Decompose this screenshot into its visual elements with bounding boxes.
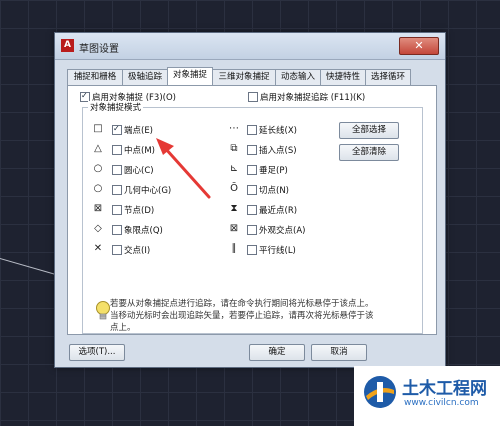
tangent-icon: Ō [230, 183, 238, 194]
midpoint-checkbox[interactable] [112, 145, 122, 155]
midpoint-icon: △ [94, 143, 102, 154]
midpoint-label: 中点(M) [124, 146, 155, 156]
perpendicular-label: 垂足(P) [259, 166, 288, 176]
app-icon: A [61, 39, 74, 52]
tab-polar-tracking[interactable]: 极轴追踪 [122, 69, 168, 85]
perpendicular-icon: ⊾ [229, 163, 239, 174]
perpendicular-checkbox[interactable] [247, 165, 257, 175]
close-button[interactable]: ✕ [399, 37, 439, 55]
intersection-label: 交点(I) [124, 246, 151, 256]
enable-tracking-checkbox[interactable] [248, 92, 258, 102]
tab-dynamic-input[interactable]: 动态输入 [275, 69, 321, 85]
watermark-name: 土木工程网 [402, 379, 487, 399]
center-checkbox[interactable] [112, 165, 122, 175]
nearest-icon: ⧗ [230, 203, 238, 214]
tab-quick-properties[interactable]: 快捷特性 [320, 69, 366, 85]
insertion-label: 插入点(S) [259, 146, 297, 156]
snap-modes-group-title: 对象捕捉模式 [88, 101, 144, 113]
endpoint-checkbox[interactable] [112, 124, 122, 135]
apparent-intersection-checkbox[interactable] [247, 225, 257, 235]
apparent-intersection-icon: ⊠ [229, 223, 239, 234]
cancel-button[interactable]: 取消 [311, 344, 367, 361]
tangent-label: 切点(N) [259, 186, 289, 196]
tab-selection-cycling[interactable]: 选择循环 [365, 69, 411, 85]
tab-object-snap[interactable]: 对象捕捉 [167, 67, 213, 85]
quadrant-checkbox[interactable] [112, 225, 122, 235]
geometric-center-icon: ○ [93, 183, 103, 194]
parallel-icon: ∥ [231, 243, 237, 254]
object-snap-panel: 启用对象捕捉 (F3)(O) 启用对象捕捉追踪 (F11)(K) 对象捕捉模式 … [67, 85, 437, 335]
ok-button[interactable]: 确定 [249, 344, 305, 361]
endpoint-label: 端点(E) [124, 126, 154, 136]
select-all-button[interactable]: 全部选择 [339, 122, 399, 139]
geometric-center-checkbox[interactable] [112, 185, 122, 195]
options-button[interactable]: 选项(T)... [69, 344, 125, 361]
dialog-title: 草图设置 [79, 44, 119, 55]
tab-snap-grid[interactable]: 捕捉和栅格 [67, 69, 123, 85]
extension-label: 延长线(X) [259, 126, 297, 136]
apparent-intersection-label: 外观交点(A) [259, 226, 306, 236]
enable-tracking-label: 启用对象捕捉追踪 (F11)(K) [260, 93, 366, 103]
center-icon: ○ [93, 163, 103, 174]
endpoint-icon: □ [93, 123, 103, 134]
extension-checkbox[interactable] [247, 125, 257, 135]
parallel-checkbox[interactable] [247, 245, 257, 255]
tangent-checkbox[interactable] [247, 185, 257, 195]
title-bar[interactable]: A 草图设置 ✕ [55, 33, 445, 60]
tab-strip: 捕捉和栅格 极轴追踪 对象捕捉 三维对象捕捉 动态输入 快捷特性 选择循环 [67, 67, 435, 85]
lightbulb-icon [96, 301, 110, 320]
watermark-logo: 土木工程网 www.civilcn.com [354, 366, 500, 426]
extension-icon: ⋯ [229, 123, 239, 134]
intersection-icon: ✕ [93, 243, 103, 254]
intersection-checkbox[interactable] [112, 245, 122, 255]
tab-3d-object-snap[interactable]: 三维对象捕捉 [212, 69, 276, 85]
nearest-checkbox[interactable] [247, 205, 257, 215]
node-icon: ⊠ [93, 203, 103, 214]
civil-engineering-logo-icon [364, 376, 396, 408]
center-label: 圆心(C) [124, 166, 154, 176]
nearest-label: 最近点(R) [259, 206, 298, 216]
geometric-center-label: 几何中心(G) [124, 186, 172, 196]
parallel-label: 平行线(L) [259, 246, 296, 256]
quadrant-icon: ◇ [94, 223, 102, 234]
insertion-checkbox[interactable] [247, 145, 257, 155]
drafting-settings-dialog: A 草图设置 ✕ 捕捉和栅格 极轴追踪 对象捕捉 三维对象捕捉 动态输入 快捷特… [54, 32, 446, 368]
node-label: 节点(D) [124, 206, 155, 216]
quadrant-label: 象限点(Q) [124, 226, 163, 236]
clear-all-button[interactable]: 全部清除 [339, 144, 399, 161]
watermark-url: www.civilcn.com [404, 398, 479, 408]
node-checkbox[interactable] [112, 205, 122, 215]
tracking-help-text: 若要从对象捕捉点进行追踪，请在命令执行期间将光标悬停于该点上。当移动光标时会出现… [110, 299, 374, 333]
insertion-icon: ⧉ [230, 143, 238, 154]
